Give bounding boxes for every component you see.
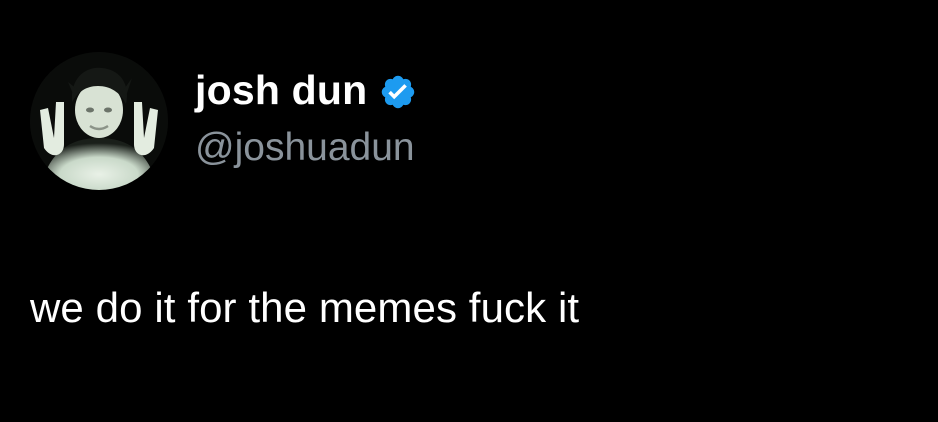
display-name[interactable]: josh dun bbox=[195, 64, 367, 116]
name-row: josh dun bbox=[195, 64, 417, 116]
user-handle[interactable]: @joshuadun bbox=[195, 122, 417, 174]
avatar[interactable] bbox=[30, 52, 168, 190]
tweet-text: we do it for the memes fuck it bbox=[30, 284, 580, 331]
tweet-header: josh dun @joshuadun bbox=[195, 64, 417, 174]
tweet-card: josh dun @joshuadun we do it for the mem… bbox=[0, 0, 938, 422]
avatar-photo bbox=[30, 52, 168, 190]
verified-badge-icon bbox=[379, 73, 417, 111]
